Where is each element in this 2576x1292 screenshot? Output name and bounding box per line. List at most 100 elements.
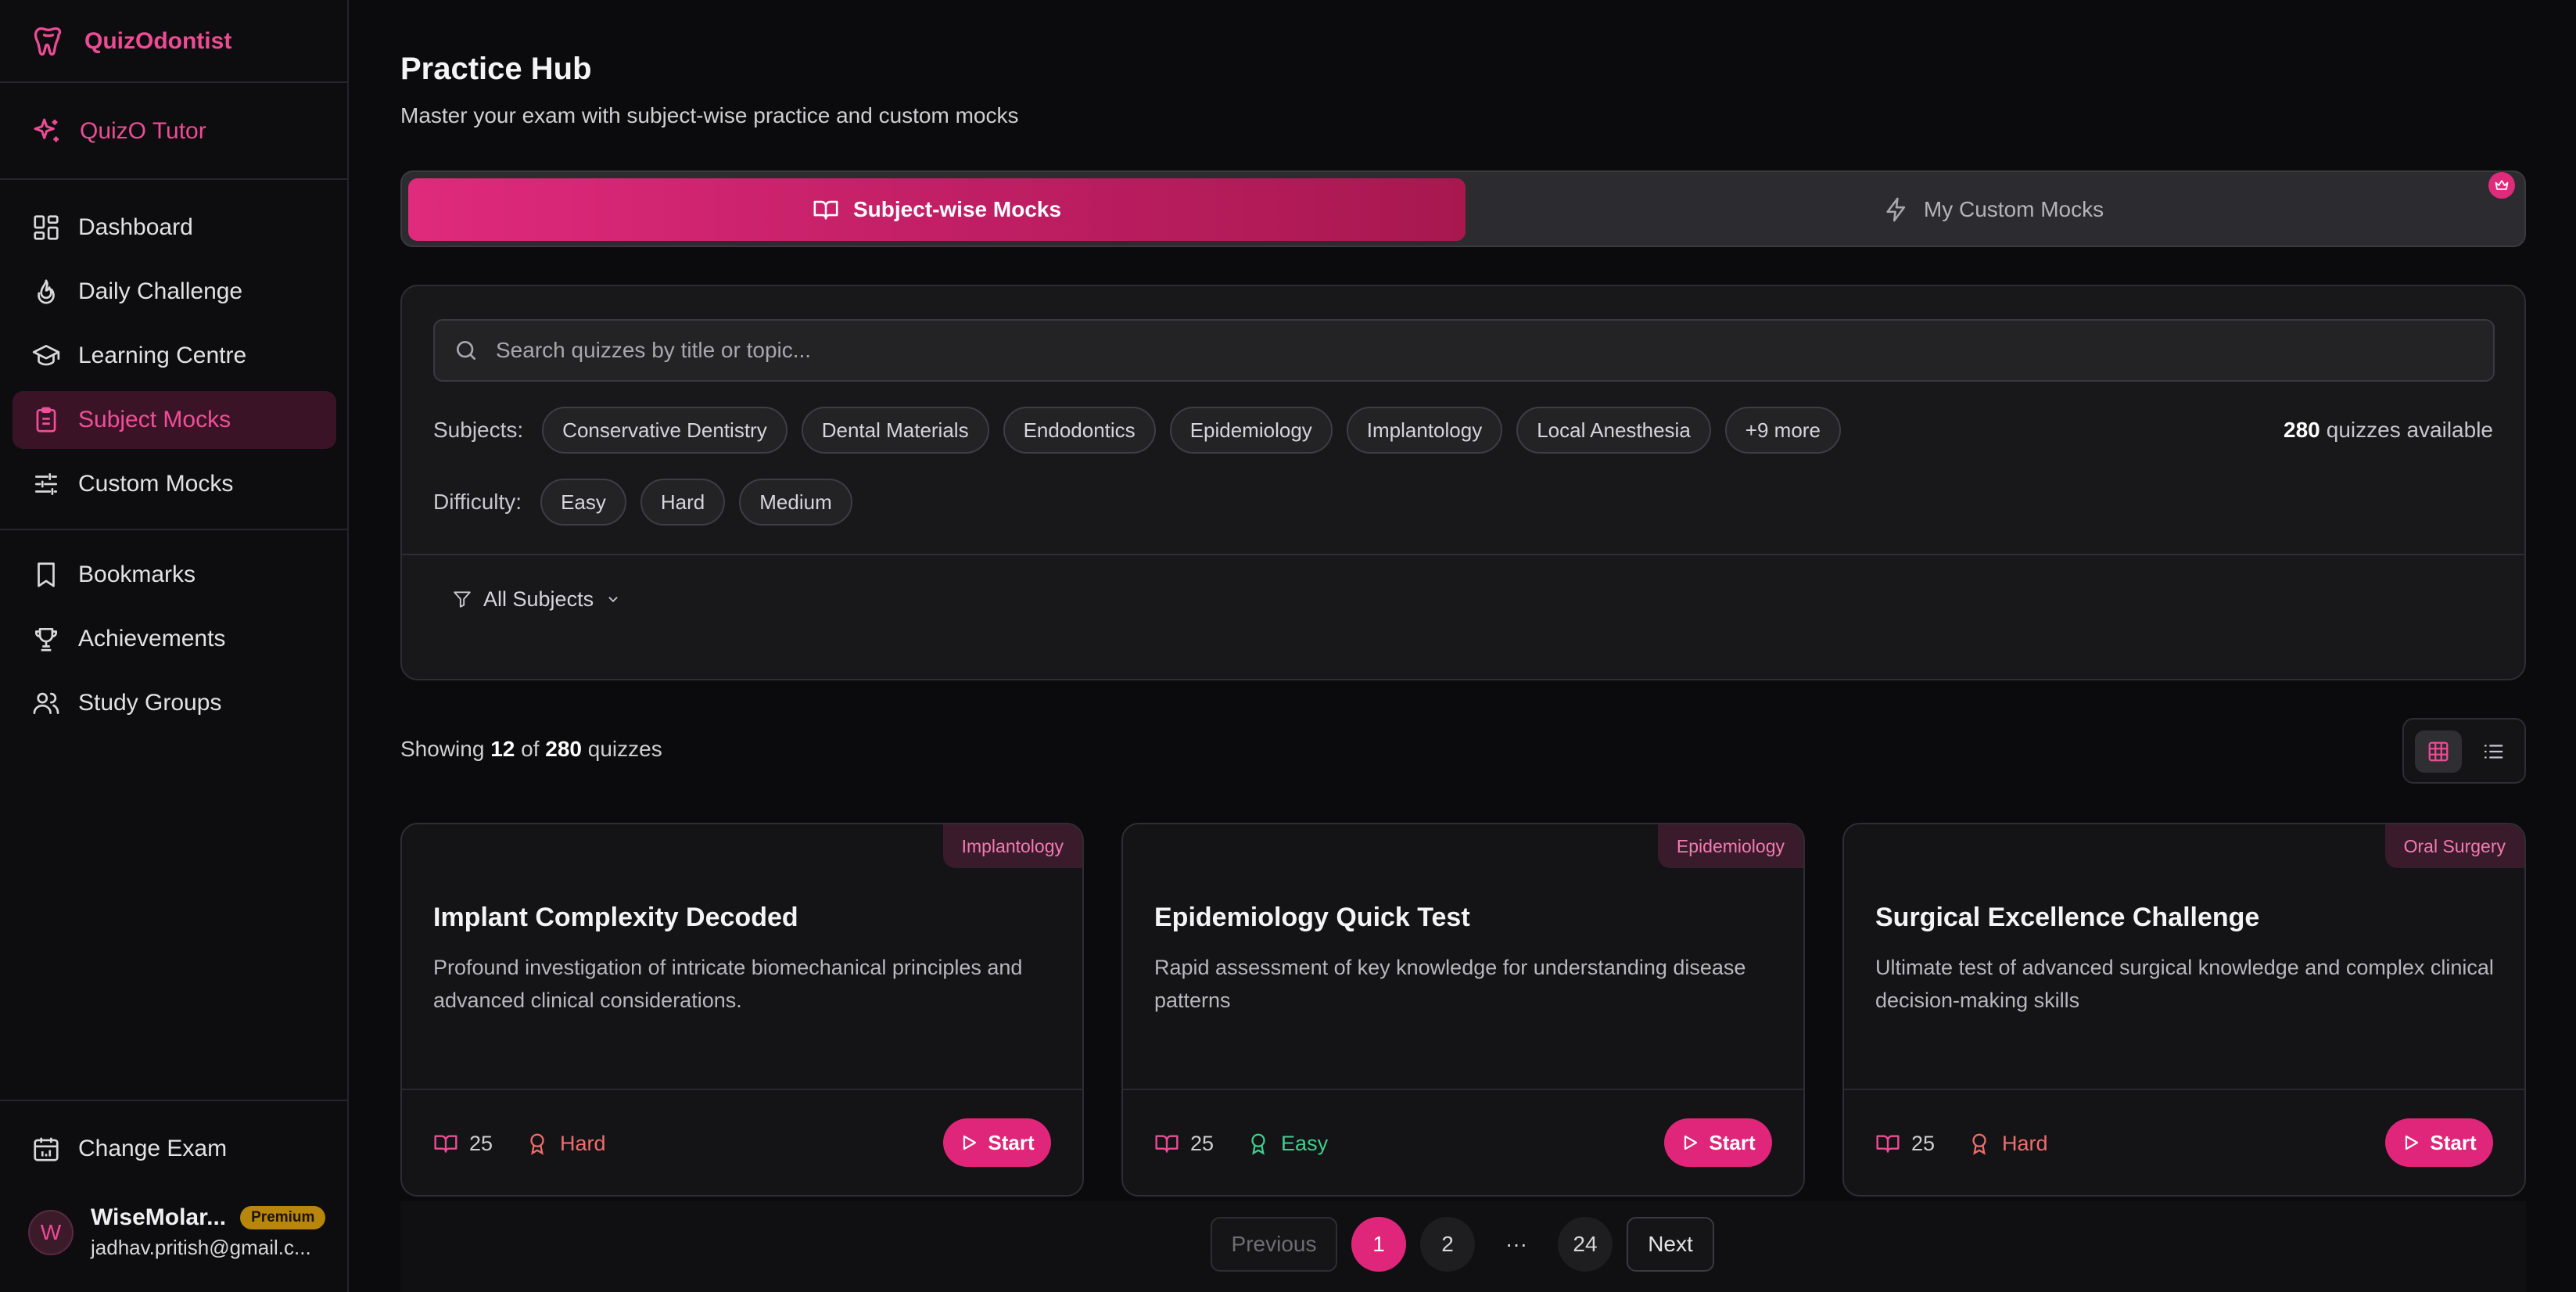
calendar-icon — [31, 1134, 61, 1164]
sliders-icon — [31, 469, 61, 499]
difficulty-chip[interactable]: Hard — [640, 479, 726, 526]
difficulty-label: Hard — [2002, 1131, 2048, 1155]
difficulty-label: Hard — [560, 1131, 606, 1155]
play-icon — [1681, 1133, 1699, 1152]
quiz-card[interactable]: Oral Surgery Surgical Excellence Challen… — [1842, 823, 2526, 1197]
nav-label: Learning Centre — [78, 343, 247, 368]
grid-view-button[interactable] — [2415, 730, 2462, 773]
book-open-icon — [1875, 1131, 1900, 1156]
tab-label: Subject-wise Mocks — [852, 197, 1062, 221]
list-view-button[interactable] — [2470, 730, 2517, 773]
tab-my-custom-mocks[interactable]: My Custom Mocks — [1466, 178, 2521, 241]
view-toggle — [2402, 718, 2526, 784]
results-total: 280 — [545, 737, 582, 761]
subject-chip[interactable]: Local Anesthesia — [1516, 407, 1711, 454]
quiz-card[interactable]: Epidemiology Epidemiology Quick Test Rap… — [1121, 823, 1805, 1197]
results-suffix: quizzes — [587, 737, 662, 761]
nav-learning-centre[interactable]: Learning Centre — [13, 327, 336, 385]
quiz-card[interactable]: Implantology Implant Complexity Decoded … — [400, 823, 1084, 1197]
nav-achievements[interactable]: Achievements — [13, 610, 336, 668]
quiz-meta: 25 Hard — [1875, 1114, 2048, 1173]
start-button[interactable]: Start — [2385, 1118, 2493, 1167]
page-button[interactable]: 24 — [1558, 1217, 1613, 1272]
question-count: 25 — [1911, 1131, 1936, 1155]
subject-tag: Epidemiology — [1657, 824, 1803, 868]
subject-chip[interactable]: Implantology — [1346, 407, 1503, 454]
previous-label: Previous — [1231, 1232, 1317, 1256]
nav-study-groups[interactable]: Study Groups — [13, 674, 336, 732]
quiz-title: Implant Complexity Decoded — [433, 903, 798, 932]
difficulty-chip[interactable]: Easy — [540, 479, 626, 526]
change-exam-button[interactable]: Change Exam — [13, 1120, 336, 1178]
chevron-down-icon — [605, 590, 622, 608]
nav-bookmarks[interactable]: Bookmarks — [13, 546, 336, 604]
quizzes-available: 280 quizzes available — [2284, 407, 2493, 454]
subject-chip[interactable]: Epidemiology — [1169, 407, 1333, 454]
user-name: WiseMolar... — [91, 1204, 227, 1230]
question-count: 25 — [469, 1131, 493, 1155]
award-icon — [526, 1132, 549, 1155]
list-icon — [2481, 740, 2505, 763]
subject-filter-row: Subjects: Conservative Dentistry Dental … — [433, 407, 1841, 454]
nav-custom-mocks[interactable]: Custom Mocks — [13, 455, 336, 513]
nav-daily-challenge[interactable]: Daily Challenge — [13, 263, 336, 321]
search-box[interactable] — [433, 319, 2495, 382]
subject-chip[interactable]: Dental Materials — [801, 407, 989, 454]
book-open-icon — [433, 1131, 458, 1156]
more-subjects-chip[interactable]: +9 more — [1724, 407, 1841, 454]
nav-dashboard[interactable]: Dashboard — [13, 199, 336, 257]
start-button[interactable]: Start — [943, 1118, 1051, 1167]
crown-icon — [2488, 172, 2515, 199]
brand[interactable]: QuizOdontist — [31, 22, 231, 61]
book-open-icon — [813, 196, 839, 223]
avatar: W — [28, 1209, 74, 1255]
next-page-button[interactable]: Next — [1627, 1217, 1714, 1272]
dropdown-label: All Subjects — [483, 587, 594, 611]
nav-label: Change Exam — [78, 1136, 228, 1161]
clipboard-icon — [31, 405, 61, 435]
results-count: Showing 12 of 280 quizzes — [400, 737, 662, 762]
nav-subject-mocks[interactable]: Subject Mocks — [13, 391, 336, 449]
tooth-logo-icon — [31, 24, 66, 59]
page-number: 24 — [1573, 1232, 1598, 1256]
play-icon — [2402, 1133, 2420, 1152]
search-icon — [454, 338, 479, 363]
page-number: 1 — [1372, 1232, 1385, 1256]
nav-label: Dashboard — [78, 214, 193, 240]
book-open-icon — [1154, 1131, 1179, 1156]
user-profile[interactable]: W WiseMolar... Premium jadhav.pritish@gm… — [28, 1204, 326, 1260]
page-title: Practice Hub — [400, 52, 592, 86]
award-icon — [1968, 1132, 1991, 1155]
quiz-meta: 25 Easy — [1154, 1114, 1328, 1173]
quiz-description: Ultimate test of advanced surgical knowl… — [1875, 956, 2494, 1012]
start-button[interactable]: Start — [1664, 1118, 1772, 1167]
user-email: jadhav.pritish@gmail.c... — [91, 1236, 311, 1259]
users-icon — [31, 688, 61, 718]
page-button[interactable]: 2 — [1420, 1217, 1475, 1272]
subjects-label: Subjects: — [433, 418, 524, 442]
sidebar: QuizOdontist QuizO Tutor Dashboard Daily… — [0, 0, 349, 1292]
subject-chip[interactable]: Endodontics — [1003, 407, 1156, 454]
brand-name: QuizOdontist — [84, 28, 232, 54]
search-input[interactable] — [496, 338, 2373, 363]
previous-page-button[interactable]: Previous — [1211, 1217, 1337, 1272]
page-button-current[interactable]: 1 — [1351, 1217, 1406, 1272]
subject-chip[interactable]: Conservative Dentistry — [542, 407, 788, 454]
divider — [1844, 1089, 2524, 1090]
divider — [402, 554, 2524, 555]
quizo-tutor-link[interactable]: QuizO Tutor — [31, 111, 206, 152]
lightning-icon — [1883, 196, 1910, 223]
all-subjects-dropdown[interactable]: All Subjects — [452, 576, 622, 623]
nav-label: Custom Mocks — [78, 471, 234, 497]
divider — [0, 1100, 349, 1101]
tutor-label: QuizO Tutor — [80, 118, 206, 144]
tab-subject-wise-mocks[interactable]: Subject-wise Mocks — [408, 178, 1466, 241]
results-of: of — [521, 737, 540, 761]
difficulty-chip[interactable]: Medium — [739, 479, 852, 526]
next-label: Next — [1648, 1232, 1693, 1256]
dashboard-icon — [31, 213, 61, 242]
difficulty-label: Difficulty: — [433, 490, 522, 514]
filter-icon — [452, 589, 472, 609]
mock-type-tabs: Subject-wise Mocks My Custom Mocks — [400, 170, 2526, 247]
quiz-meta: 25 Hard — [433, 1114, 606, 1173]
